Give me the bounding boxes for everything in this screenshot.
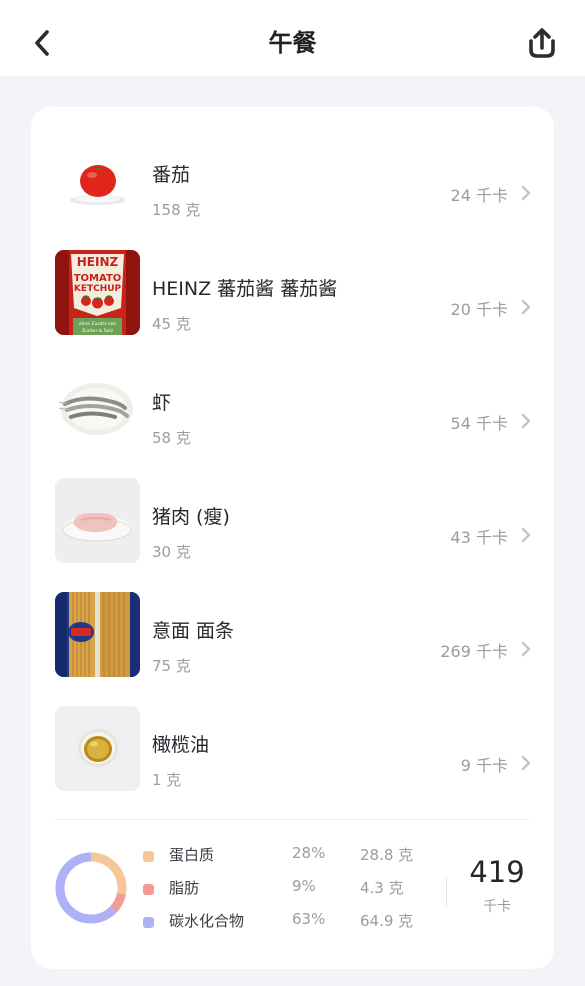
total-calories-unit: 千卡 [483, 899, 511, 915]
chevron-right-icon [521, 185, 531, 201]
olive-oil-bowl-image [55, 706, 140, 791]
food-item-shrimp[interactable]: 虾 58 克 54 千卡 [31, 350, 554, 464]
food-item-ketchup[interactable]: HEINZ TOMATO KETCHUP ohne Zusatz von Zuc… [31, 236, 554, 350]
food-calories: 24 千卡 [450, 186, 508, 205]
meal-card: 番茄 158 克 24 千卡 HEINZ TOMATO KETCHUP ohne… [31, 107, 554, 969]
chevron-right-icon [521, 527, 531, 543]
food-weight: 158 克 [152, 201, 201, 219]
pasta-package-image [55, 592, 140, 677]
food-name: 番茄 [152, 164, 191, 186]
top-nav-bar: 午餐 [0, 0, 585, 76]
food-weight: 58 克 [152, 429, 191, 447]
macro-grams: 64.9 克 [360, 912, 414, 930]
macro-row-carbs: 碳水化合物 63% 64.9 克 [143, 910, 423, 934]
share-button[interactable] [523, 24, 561, 62]
food-item-pork[interactable]: 猪肉 (瘦) 30 克 43 千卡 [31, 464, 554, 578]
total-calories: 419 [469, 855, 525, 889]
protein-color-dot [143, 851, 154, 862]
summary-separator [446, 877, 447, 907]
fat-color-dot [143, 884, 154, 895]
macro-name: 碳水化合物 [169, 912, 245, 930]
page-title: 午餐 [268, 29, 317, 57]
chevron-right-icon [521, 413, 531, 429]
food-name: 虾 [152, 392, 172, 414]
chevron-right-icon [521, 755, 531, 771]
food-name: HEINZ 蕃茄酱 蕃茄酱 [152, 278, 338, 300]
food-weight: 30 克 [152, 543, 191, 561]
food-weight: 75 克 [152, 657, 191, 675]
ketchup-bottle-image: HEINZ TOMATO KETCHUP ohne Zusatz von Zuc… [55, 250, 140, 335]
food-calories: 20 千卡 [450, 300, 508, 319]
food-name: 橄榄油 [152, 734, 210, 756]
food-calories: 269 千卡 [440, 642, 508, 661]
macro-percent: 28% [292, 844, 326, 862]
macro-name: 蛋白质 [169, 846, 215, 864]
macro-grams: 4.3 克 [360, 879, 404, 897]
lean-pork-plate-image [55, 478, 140, 563]
macro-grams: 28.8 克 [360, 846, 414, 864]
macro-donut-chart [55, 852, 127, 924]
carbs-color-dot [143, 917, 154, 928]
chevron-right-icon [521, 299, 531, 315]
food-item-pasta[interactable]: 意面 面条 75 克 269 千卡 [31, 578, 554, 692]
food-item-tomato[interactable]: 番茄 158 克 24 千卡 [31, 122, 554, 236]
chevron-right-icon [521, 641, 531, 657]
food-calories: 54 千卡 [450, 414, 508, 433]
tomato-image [55, 136, 140, 221]
share-upload-icon [529, 28, 555, 58]
ketchup-brand-text: HEINZ [77, 255, 119, 269]
food-name: 猪肉 (瘦) [152, 506, 230, 528]
ketchup-footer-line2: Zucker & Salz [82, 328, 114, 334]
ketchup-label-line1: TOMATO [74, 273, 122, 284]
macro-percent: 63% [292, 910, 326, 928]
ketchup-label-line2: KETCHUP [74, 284, 122, 294]
macro-row-protein: 蛋白质 28% 28.8 克 [143, 844, 423, 868]
food-calories: 43 千卡 [450, 528, 508, 547]
food-calories: 9 千卡 [460, 756, 508, 775]
nutrition-summary: 蛋白质 28% 28.8 克 脂肪 9% 4.3 克 碳水化合物 63% 64.… [31, 820, 554, 969]
macro-name: 脂肪 [169, 879, 200, 897]
macro-percent: 9% [292, 877, 316, 895]
food-name: 意面 面条 [152, 620, 235, 642]
ketchup-footer-line1: ohne Zusatz von [79, 321, 117, 327]
food-item-olive-oil[interactable]: 橄榄油 1 克 9 千卡 [31, 692, 554, 806]
food-weight: 45 克 [152, 315, 191, 333]
macro-row-fat: 脂肪 9% 4.3 克 [143, 877, 423, 901]
shrimp-plate-image [55, 364, 140, 449]
food-weight: 1 克 [152, 771, 182, 789]
